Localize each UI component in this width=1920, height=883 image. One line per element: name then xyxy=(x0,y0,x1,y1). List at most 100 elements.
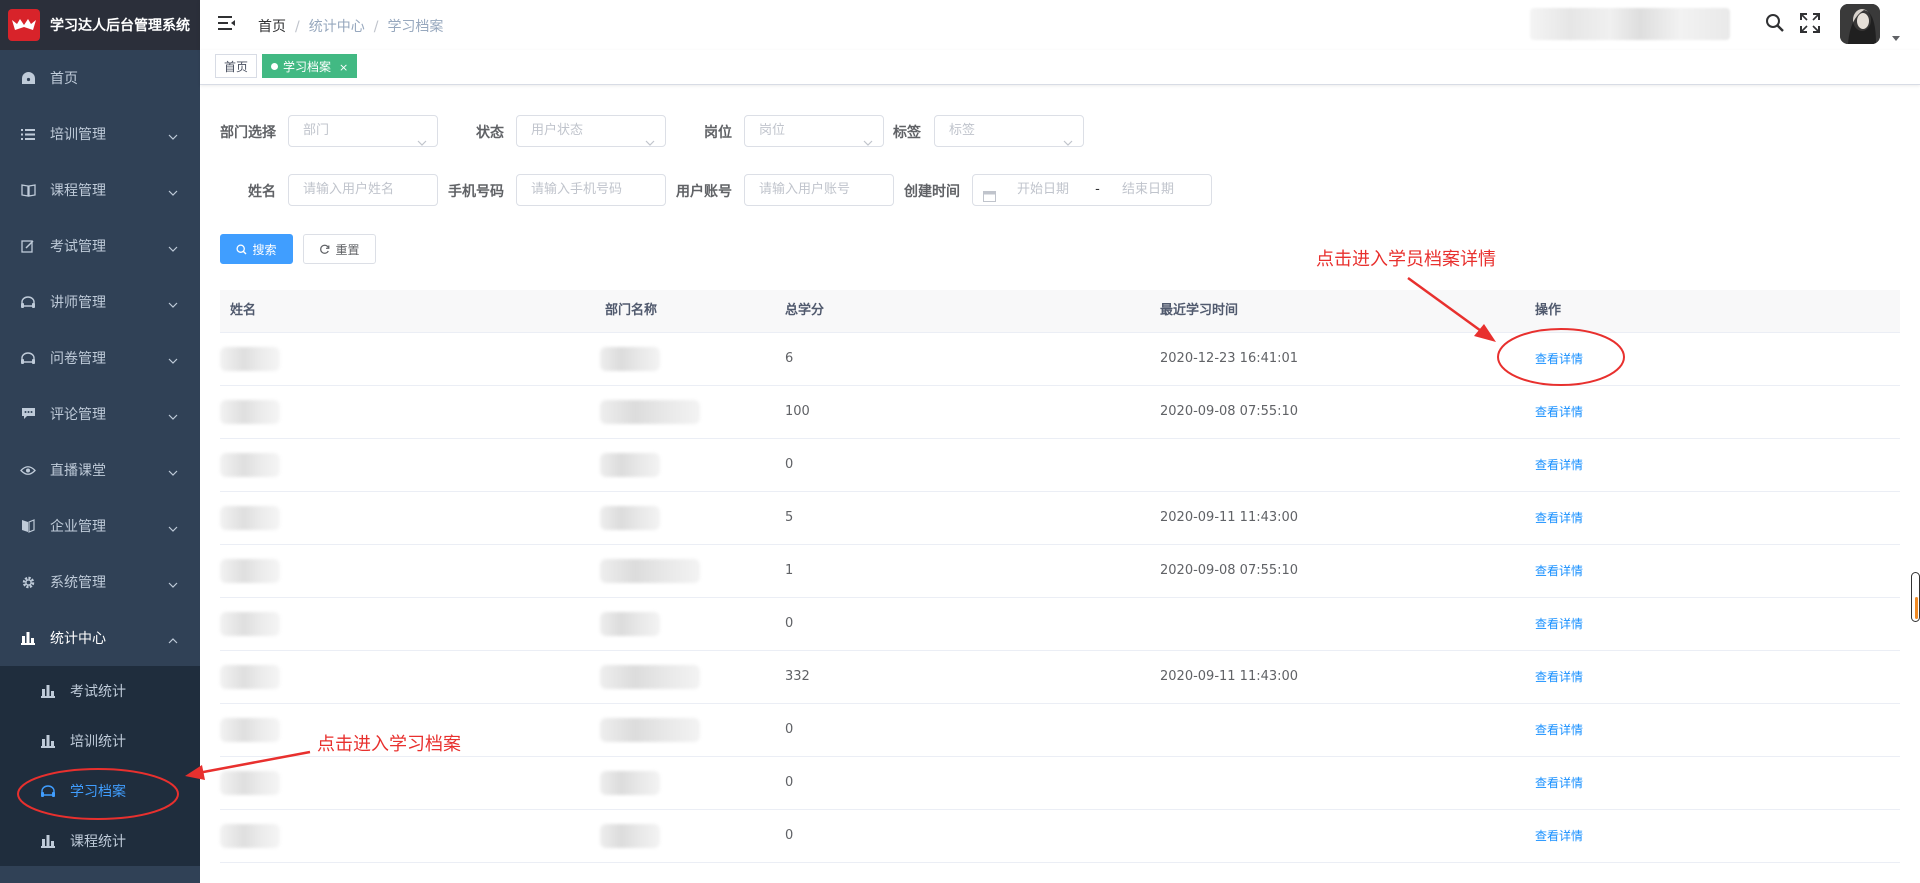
date-range-picker[interactable]: 开始日期 - 结束日期 xyxy=(972,174,1212,206)
sidebar-item-statistics[interactable]: 统计中心 xyxy=(0,610,200,666)
view-detail-link[interactable]: 查看详情 xyxy=(1535,598,1583,650)
redacted-name xyxy=(220,506,280,530)
guide-icon xyxy=(20,294,36,310)
sidebar-item-learning-archive[interactable]: 学习档案 xyxy=(0,766,200,816)
book-icon xyxy=(20,182,36,198)
view-detail-link[interactable]: 查看详情 xyxy=(1535,386,1583,438)
dashboard-icon xyxy=(20,70,36,86)
tag-home[interactable]: 首页 xyxy=(215,54,258,78)
view-detail-link[interactable]: 查看详情 xyxy=(1535,704,1583,756)
hamburger-icon[interactable] xyxy=(218,15,236,35)
eye-icon xyxy=(20,462,36,478)
search-button[interactable]: 搜索 xyxy=(220,234,293,264)
dept-select[interactable]: 部门 xyxy=(288,115,438,147)
redacted-header-field xyxy=(1530,8,1730,40)
sidebar-subitem-label: 培训统计 xyxy=(70,734,126,750)
breadcrumb-parent[interactable]: 统计中心 xyxy=(309,19,365,35)
close-icon[interactable]: × xyxy=(339,61,348,74)
chevron-down-icon xyxy=(168,296,178,312)
sidebar-subitem-label: 学习档案 xyxy=(70,784,126,800)
view-detail-link[interactable]: 查看详情 xyxy=(1535,651,1583,703)
breadcrumb-home[interactable]: 首页 xyxy=(258,19,286,35)
sidebar-item-label: 培训管理 xyxy=(50,127,106,143)
phone-input[interactable]: 请输入手机号码 xyxy=(516,174,666,206)
cell-credits: 1 xyxy=(785,563,794,578)
view-detail-link[interactable]: 查看详情 xyxy=(1535,545,1583,597)
gear-icon xyxy=(20,574,36,590)
sidebar-item-label: 首页 xyxy=(50,71,78,87)
sidebar-item-home[interactable]: 首页 xyxy=(0,50,200,106)
status-placeholder: 用户状态 xyxy=(531,123,584,138)
sidebar-item-exam-stats[interactable]: 考试统计 xyxy=(0,666,200,716)
sidebar-item-live[interactable]: 直播课堂 xyxy=(0,442,200,498)
cell-credits: 0 xyxy=(785,722,794,737)
chevron-down-icon xyxy=(645,128,655,158)
sidebar-item-label: 考试管理 xyxy=(50,239,106,255)
table-row: 0 查看详情 xyxy=(220,757,1900,810)
redacted-name xyxy=(220,824,280,848)
table-row: 100 2020-09-08 07:55:10 查看详情 xyxy=(220,386,1900,439)
name-input[interactable]: 请输入用户姓名 xyxy=(288,174,438,206)
sidebar-item-enterprise[interactable]: 企业管理 xyxy=(0,498,200,554)
cell-credits: 6 xyxy=(785,351,794,366)
view-detail-link[interactable]: 查看详情 xyxy=(1535,439,1583,491)
column-header-action: 操作 xyxy=(1535,303,1562,318)
chevron-down-icon xyxy=(1063,128,1073,158)
view-detail-link[interactable]: 查看详情 xyxy=(1535,492,1583,544)
reset-button[interactable]: 重置 xyxy=(303,234,376,264)
column-header-last-study: 最近学习时间 xyxy=(1160,303,1239,318)
chevron-down-icon xyxy=(168,576,178,592)
tag-select[interactable]: 标签 xyxy=(934,115,1084,147)
cell-credits: 0 xyxy=(785,775,794,790)
column-header-credits: 总学分 xyxy=(785,303,825,318)
post-select[interactable]: 岗位 xyxy=(744,115,884,147)
table-row: 0 查看详情 xyxy=(220,704,1900,757)
sidebar-logo[interactable]: 学习达人后台管理系统 xyxy=(0,0,200,50)
view-detail-link[interactable]: 查看详情 xyxy=(1535,333,1583,385)
scrollbar-thumb[interactable] xyxy=(1911,572,1920,622)
search-icon[interactable] xyxy=(1765,13,1785,37)
avatar[interactable] xyxy=(1840,4,1880,44)
sidebar-item-surveys[interactable]: 问卷管理 xyxy=(0,330,200,386)
active-dot-icon xyxy=(271,63,278,70)
account-label: 用户账号 xyxy=(676,184,732,200)
view-detail-link[interactable]: 查看详情 xyxy=(1535,757,1583,809)
breadcrumb-separator: / xyxy=(373,19,379,35)
sidebar-item-comments[interactable]: 评论管理 xyxy=(0,386,200,442)
cell-last-study: 2020-09-11 11:43:00 xyxy=(1160,669,1299,684)
breadcrumb: 首页 / 统计中心 / 学习档案 xyxy=(258,16,443,36)
sidebar-item-label: 讲师管理 xyxy=(50,295,106,311)
status-label: 状态 xyxy=(476,125,504,141)
sidebar-item-exams[interactable]: 考试管理 xyxy=(0,218,200,274)
name-label: 姓名 xyxy=(248,184,276,200)
view-detail-link[interactable]: 查看详情 xyxy=(1535,810,1583,862)
sidebar-item-training[interactable]: 培训管理 xyxy=(0,106,200,162)
sidebar-item-courses[interactable]: 课程管理 xyxy=(0,162,200,218)
sidebar-item-course-stats[interactable]: 课程统计 xyxy=(0,816,200,866)
caret-down-icon[interactable] xyxy=(1892,30,1900,45)
dept-placeholder: 部门 xyxy=(303,123,330,138)
tag-learning-archive[interactable]: 学习档案 × xyxy=(262,54,358,78)
edit-icon xyxy=(20,238,36,254)
sidebar-subitem-label: 课程统计 xyxy=(70,834,126,850)
cell-credits: 0 xyxy=(785,616,794,631)
sidebar-item-lecturers[interactable]: 讲师管理 xyxy=(0,274,200,330)
redacted-dept xyxy=(600,400,700,424)
navbar: 首页 / 统计中心 / 学习档案 xyxy=(200,0,1920,50)
fullscreen-icon[interactable] xyxy=(1800,13,1820,37)
sidebar-subitem-label: 考试统计 xyxy=(70,684,126,700)
cell-last-study: 2020-12-23 16:41:01 xyxy=(1160,351,1299,366)
account-input[interactable]: 请输入用户账号 xyxy=(744,174,894,206)
tag-label: 首页 xyxy=(224,60,249,74)
chevron-down-icon xyxy=(168,128,178,144)
statistics-submenu: 考试统计 培训统计 学习档案 课程统计 xyxy=(0,666,200,866)
chart-icon xyxy=(40,733,56,749)
status-select[interactable]: 用户状态 xyxy=(516,115,666,147)
sidebar-item-system[interactable]: 系统管理 xyxy=(0,554,200,610)
chevron-up-icon xyxy=(168,632,178,648)
chevron-down-icon xyxy=(168,352,178,368)
breadcrumb-current: 学习档案 xyxy=(387,19,444,35)
sidebar-item-training-stats[interactable]: 培训统计 xyxy=(0,716,200,766)
reset-button-label: 重置 xyxy=(335,242,360,257)
name-placeholder: 请输入用户姓名 xyxy=(303,182,395,197)
